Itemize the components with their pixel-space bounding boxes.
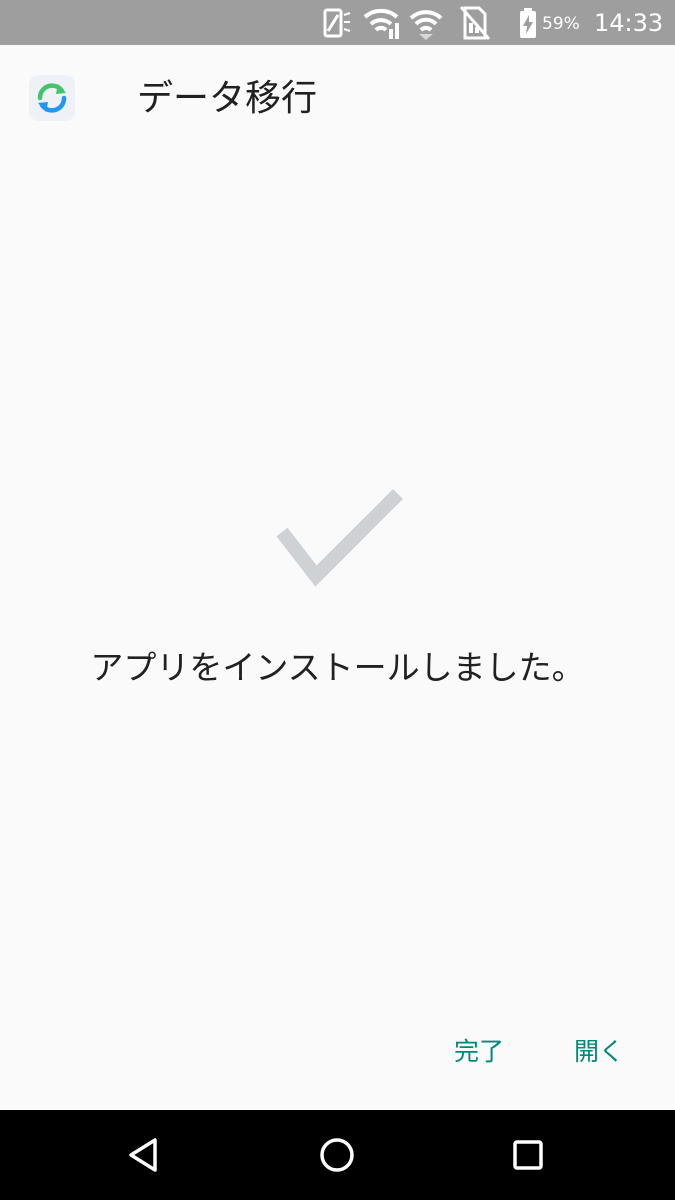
- no-sim-icon: [456, 0, 492, 45]
- check-mark-icon: [276, 489, 403, 587]
- wifi-icon: [408, 0, 444, 45]
- screen-rotation-icon: [318, 0, 354, 45]
- battery-percent: 59%: [542, 14, 580, 34]
- open-button[interactable]: 開く: [574, 1030, 624, 1074]
- wifi-signal-icon: [362, 0, 404, 45]
- done-button[interactable]: 完了: [454, 1030, 504, 1074]
- battery-charging-icon: [516, 0, 540, 45]
- app-bar: データ移行: [0, 45, 675, 155]
- status-bar: 59% 14:33: [0, 0, 675, 45]
- status-clock: 14:33: [594, 9, 664, 37]
- install-complete-message: アプリをインストールしました。: [90, 648, 585, 687]
- sync-icon: [29, 75, 75, 121]
- screen: 59% 14:33 データ移行 アプリをインストールしました。 完了 開く: [0, 0, 675, 1200]
- back-triangle-icon[interactable]: [122, 1132, 168, 1178]
- recent-apps-square-icon[interactable]: [505, 1132, 551, 1178]
- navigation-bar: [0, 1110, 675, 1200]
- home-circle-icon[interactable]: [314, 1132, 360, 1178]
- page-title: データ移行: [137, 78, 318, 119]
